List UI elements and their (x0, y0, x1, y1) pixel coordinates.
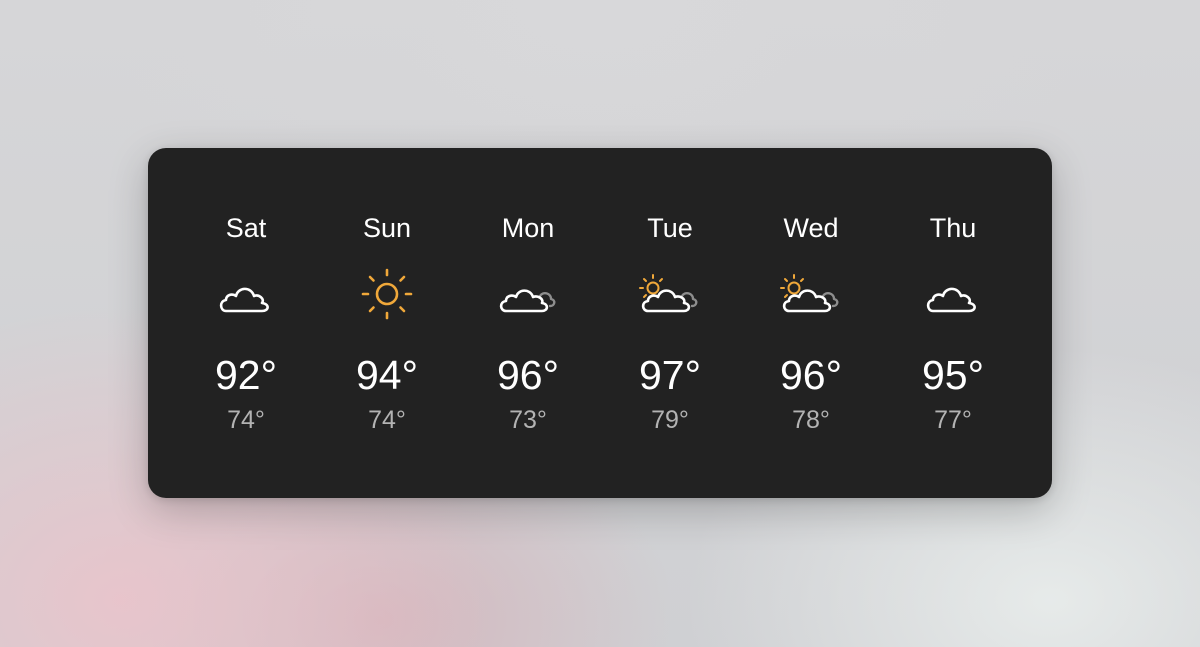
day-label: Wed (783, 213, 839, 243)
forecast-day-thu: Thu 95° 77° (893, 148, 1013, 498)
weather-forecast-widget[interactable]: Sat 92° 74° Sun 94° 74° Mon 96° 73° Tue … (148, 148, 1052, 498)
high-temperature: 96° (779, 352, 842, 398)
cloud-icon (214, 266, 278, 322)
day-label: Thu (929, 213, 977, 243)
forecast-day-mon: Mon 96° 73° (468, 148, 588, 498)
forecast-day-wed: Wed 96° 78° (751, 148, 871, 498)
partly-cloudy-icon (638, 266, 702, 322)
high-temperature: 97° (638, 352, 701, 398)
low-temperature: 73° (509, 406, 547, 434)
high-temperature: 94° (355, 352, 418, 398)
high-temperature: 95° (921, 352, 984, 398)
partly-cloudy-icon (779, 266, 843, 322)
low-temperature: 77° (934, 406, 972, 434)
low-temperature: 74° (227, 406, 265, 434)
low-temperature: 79° (651, 406, 689, 434)
cloudy-icon (496, 266, 560, 322)
day-label: Mon (501, 213, 555, 243)
cloud-icon (921, 266, 985, 322)
day-label: Sat (225, 213, 267, 243)
low-temperature: 78° (792, 406, 830, 434)
day-label: Tue (647, 213, 693, 243)
forecast-day-sun: Sun 94° 74° (327, 148, 447, 498)
high-temperature: 92° (214, 352, 277, 398)
day-label: Sun (362, 213, 412, 243)
high-temperature: 96° (496, 352, 559, 398)
forecast-day-tue: Tue 97° 79° (610, 148, 730, 498)
low-temperature: 74° (368, 406, 406, 434)
sun-icon (355, 266, 419, 322)
forecast-day-sat: Sat 92° 74° (186, 148, 306, 498)
